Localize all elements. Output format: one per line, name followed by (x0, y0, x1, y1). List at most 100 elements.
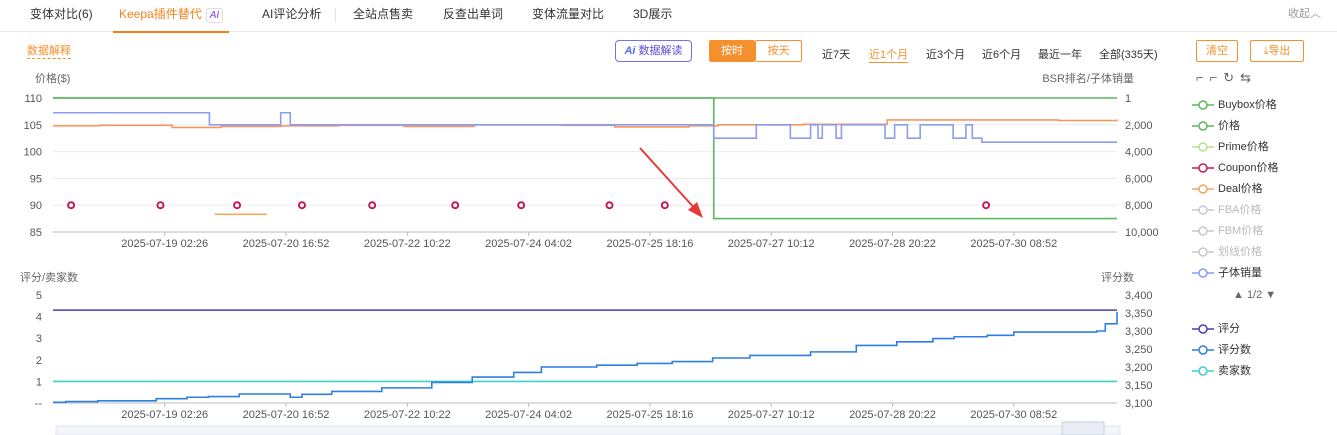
legend-label: Buybox价格 (1218, 99, 1277, 111)
legend-marker-icon (1192, 121, 1214, 131)
x-tick-label: 2025-07-27 10:12 (728, 238, 815, 250)
y2-tick-label: 2,000 (1125, 120, 1153, 132)
y-tick-label: 3 (36, 333, 42, 345)
x-tick-label: 2025-07-25 18:16 (606, 238, 693, 250)
chart-tools: ⌐⌐↻⇆ (1196, 70, 1257, 86)
x-tick-label: 2025-07-19 02:26 (121, 238, 208, 250)
y-tick-label: 105 (24, 120, 42, 132)
y2-tick-label: 3,100 (1125, 398, 1153, 410)
coupon-point (605, 201, 614, 210)
legend-item[interactable]: 子体销量 (1192, 265, 1262, 281)
y2-tick-label: 1 (1125, 93, 1131, 105)
x-tick-label: 2025-07-20 16:52 (243, 409, 330, 421)
collapse-button[interactable]: 收起︿ (1288, 0, 1321, 28)
clear-button[interactable]: 清空 (1196, 40, 1238, 62)
swap-icon[interactable]: ⇆ (1240, 70, 1257, 85)
legend-item[interactable]: Deal价格 (1192, 181, 1263, 197)
legend-label: 划线价格 (1218, 246, 1262, 258)
x-tick-label: 2025-07-19 02:26 (121, 409, 208, 421)
legend-label: Coupon价格 (1218, 162, 1279, 174)
y2-tick-label: 3,250 (1125, 344, 1153, 356)
legend-pager[interactable]: ▲ 1/2 ▼ (1233, 287, 1276, 303)
legend-marker-icon (1192, 163, 1214, 173)
legend-item[interactable]: 价格 (1192, 118, 1240, 134)
legend-item[interactable]: 卖家数 (1192, 363, 1251, 379)
coupon-point (233, 201, 242, 210)
legend-item[interactable]: 评分数 (1192, 342, 1251, 358)
legend-item[interactable]: 评分 (1192, 321, 1240, 337)
legend-marker-icon (1192, 366, 1214, 376)
y2-tick-label: 10,000 (1125, 227, 1159, 239)
y-tick-label: 90 (30, 200, 42, 212)
legend-item[interactable]: Prime价格 (1192, 139, 1269, 155)
zoom-reset-icon[interactable]: ⌐ (1210, 70, 1224, 85)
refresh-icon[interactable]: ↻ (1223, 70, 1240, 85)
legend-label: 评分 (1218, 323, 1240, 335)
export-label: 导出 (1268, 45, 1291, 57)
y2-tick-label: 3,150 (1125, 380, 1153, 392)
legend-marker-icon (1192, 226, 1214, 236)
x-tick-label: 2025-07-24 04:02 (485, 409, 572, 421)
collapse-label: 收起 (1288, 8, 1310, 20)
x-tick-label: 2025-07-24 04:02 (485, 238, 572, 250)
legend-marker-icon (1192, 268, 1214, 278)
legend-marker-icon (1192, 100, 1214, 110)
y-tick-label: 1 (36, 376, 42, 388)
export-button[interactable]: ⤓导出 (1250, 40, 1304, 62)
zoom-icon[interactable]: ⌐ (1196, 70, 1210, 85)
y2-tick-label: 3,200 (1125, 362, 1153, 374)
y-tick-label: 85 (30, 227, 42, 239)
x-tick-label: 2025-07-30 08:52 (970, 238, 1057, 250)
legend-item[interactable]: Coupon价格 (1192, 160, 1279, 176)
coupon-point (660, 201, 669, 210)
coupon-point (982, 201, 991, 210)
y-tick-label: 5 (36, 290, 42, 302)
y2-tick-label: 3,300 (1125, 326, 1153, 338)
y-tick-label: 95 (30, 173, 42, 185)
legend-item[interactable]: 划线价格 (1192, 244, 1262, 260)
legend-label: 评分数 (1218, 344, 1251, 356)
series-line (53, 97, 1117, 220)
range-slider-handle[interactable] (1061, 421, 1105, 435)
y2-tick-label: 3,350 (1125, 308, 1153, 320)
series-line (53, 311, 1118, 404)
legend-label: Deal价格 (1218, 183, 1263, 195)
legend-label: 卖家数 (1218, 365, 1251, 377)
x-tick-label: 2025-07-25 18:16 (606, 409, 693, 421)
coupon-point (451, 201, 460, 210)
legend-label: FBA价格 (1218, 204, 1262, 216)
legend-item[interactable]: FBM价格 (1192, 223, 1263, 239)
price-chart: 110 105 100 95 90 85 1 2,000 4,000 6,000 8,000 10,0… (24, 93, 1159, 250)
legend-label: FBM价格 (1218, 225, 1264, 237)
y-tick-label: -- (35, 398, 43, 410)
chevron-up-icon: ︿ (1310, 8, 1321, 20)
legend-marker-icon (1192, 142, 1214, 152)
coupon-point (156, 201, 165, 210)
coupon-point (67, 201, 76, 210)
legend-marker-icon (1192, 247, 1214, 257)
chart1-ylabel: 价格($) (35, 71, 70, 85)
coupon-point (297, 201, 306, 210)
y2-tick-label: 8,000 (1125, 200, 1153, 212)
y2-tick-label: 4,000 (1125, 147, 1153, 159)
series-line (53, 119, 1118, 129)
coupon-point (517, 201, 526, 210)
x-tick-label: 2025-07-30 08:52 (970, 409, 1057, 421)
y2-tick-label: 6,000 (1125, 173, 1153, 185)
chart1-y2label: BSR排名/子体销量 (1042, 71, 1134, 85)
legend-label: 子体销量 (1218, 267, 1262, 279)
chart2-y2label: 评分数 (1101, 271, 1134, 284)
range-slider[interactable] (55, 425, 1121, 435)
x-tick-label: 2025-07-28 20:22 (849, 238, 936, 250)
legend-marker-icon (1192, 324, 1214, 334)
legend-marker-icon (1192, 184, 1214, 194)
legend-marker-icon (1192, 345, 1214, 355)
legend-label: 价格 (1218, 120, 1240, 132)
chart2-ylabel: 评分/卖家数 (20, 270, 78, 284)
coupon-point (368, 201, 377, 210)
legend-item[interactable]: Buybox价格 (1192, 97, 1277, 113)
legend-item[interactable]: FBA价格 (1192, 202, 1261, 218)
rating-chart: 5 4 3 2 1 -- 3,400 3,350 3,300 3,250 3,200 3,150 3,1… (35, 290, 1153, 421)
legend-marker-icon (1192, 205, 1214, 215)
y-tick-label: 100 (24, 147, 42, 159)
